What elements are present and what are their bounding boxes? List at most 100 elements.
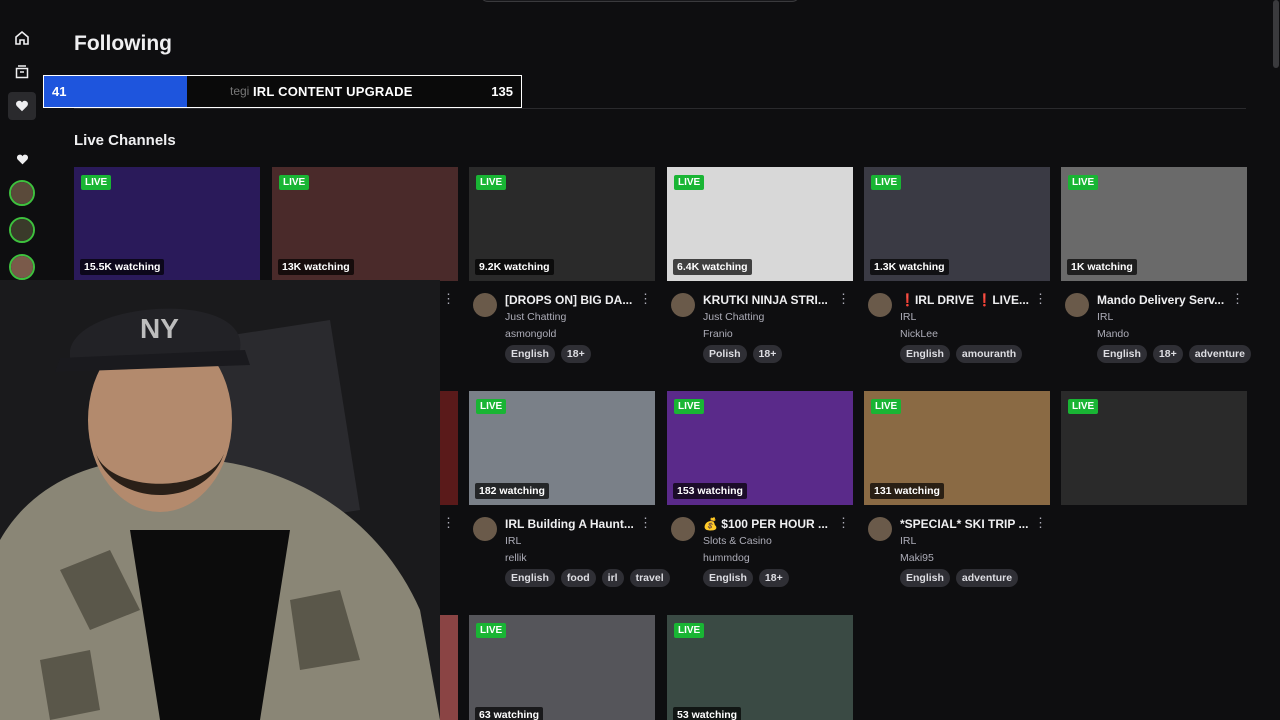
stream-thumbnail[interactable]: LIVE 1.3K watching [864,167,1050,281]
stream-tag[interactable]: travel [629,569,670,587]
stream-tag[interactable]: English [703,569,753,587]
more-options-icon[interactable]: ⋮ [639,515,652,531]
viewer-count: 53 watching [673,707,742,720]
more-options-icon[interactable]: ⋮ [837,515,850,531]
more-options-icon[interactable]: ⋮ [837,291,850,307]
channel-avatar[interactable] [9,217,35,243]
channel-avatar[interactable] [473,517,497,541]
channel-avatar[interactable] [1065,293,1089,317]
tag-list: English adventure [900,569,1019,587]
stream-meta: ❗IRL DRIVE ❗LIVE... ⋮ IRL NickLee English amo… [864,281,1050,369]
more-options-icon[interactable]: ⋮ [442,515,455,531]
stream-meta: KRUTKI NINJA STRI... ⋮ Just Chatting Franio… [667,281,853,369]
channel-name[interactable]: Maki95 [900,552,934,564]
live-badge: LIVE [476,623,507,638]
stream-title[interactable]: KRUTKI NINJA STRI... [703,293,833,307]
more-options-icon[interactable]: ⋮ [639,291,652,307]
stream-tag[interactable]: food [560,569,596,587]
channel-name[interactable]: NickLee [900,328,938,340]
stream-card[interactable]: LIVE [1061,391,1247,505]
search-bar[interactable] [480,0,800,2]
stream-category[interactable]: IRL [505,535,521,547]
stream-card[interactable]: LIVE 1K watching Mando Delivery Serv... ⋮ IR… [1061,167,1251,369]
channel-avatar[interactable] [868,293,892,317]
following-heart-icon[interactable] [8,92,36,120]
stream-category[interactable]: Just Chatting [505,311,566,323]
live-badge: LIVE [1068,399,1099,414]
stream-card[interactable]: LIVE 63 watching [469,615,655,720]
channel-name[interactable]: Mando [1097,328,1129,340]
stream-tag[interactable]: 18+ [752,345,783,363]
scrollbar[interactable] [1272,0,1280,720]
stream-category[interactable]: IRL [900,535,916,547]
channel-avatar[interactable] [671,517,695,541]
channel-avatar[interactable] [868,517,892,541]
stream-title[interactable]: *SPECIAL* SKI TRIP ... [900,517,1030,531]
stream-tag[interactable]: amouranth [955,345,1023,363]
stream-category[interactable]: Just Chatting [703,311,764,323]
scrollbar-thumb[interactable] [1273,0,1279,68]
stream-thumbnail[interactable]: LIVE 182 watching [469,391,655,505]
stream-title[interactable]: 💰 $100 PER HOUR ... [703,517,833,531]
more-options-icon[interactable]: ⋮ [442,291,455,307]
stream-title[interactable]: ❗IRL DRIVE ❗LIVE... [900,293,1030,307]
more-options-icon[interactable]: ⋮ [1034,291,1047,307]
stream-tag[interactable]: English [900,345,950,363]
channel-name[interactable]: Franio [703,328,733,340]
stream-meta: [DROPS ON] BIG DA... ⋮ Just Chatting asmong… [469,281,655,369]
channel-name[interactable]: rellik [505,552,527,564]
stream-thumbnail[interactable]: LIVE 6.4K watching [667,167,853,281]
stream-tag[interactable]: English [900,569,950,587]
channel-avatar[interactable] [9,254,35,280]
stream-thumbnail[interactable]: LIVE 131 watching [864,391,1050,505]
stream-thumbnail[interactable]: LIVE 1K watching [1061,167,1247,281]
stream-category[interactable]: Slots & Casino [703,535,772,547]
stream-card[interactable]: LIVE 131 watching *SPECIAL* SKI TRIP ... ⋮ I… [864,391,1050,593]
viewer-count: 131 watching [870,483,944,499]
stream-title[interactable]: IRL Building A Haunt... [505,517,635,531]
stream-thumbnail[interactable]: LIVE 13K watching [272,167,458,281]
live-badge: LIVE [81,175,112,190]
stream-tag[interactable]: English [505,345,555,363]
stream-tag[interactable]: 18+ [560,345,591,363]
stream-card[interactable]: LIVE 182 watching IRL Building A Haunt... ⋮… [469,391,670,593]
tag-list: English amouranth [900,345,1023,363]
channel-avatar[interactable] [473,293,497,317]
stream-thumbnail[interactable]: LIVE 15.5K watching [74,167,260,281]
stream-thumbnail[interactable]: LIVE 53 watching [667,615,853,720]
browse-icon[interactable] [8,58,36,86]
viewer-count: 1.3K watching [870,259,949,275]
stream-thumbnail[interactable]: LIVE 9.2K watching [469,167,655,281]
viewer-count: 15.5K watching [80,259,165,275]
more-options-icon[interactable]: ⋮ [1034,515,1047,531]
stream-card[interactable]: LIVE 1.3K watching ❗IRL DRIVE ❗LIVE... ⋮ IRL… [864,167,1050,369]
stream-thumbnail[interactable]: LIVE 63 watching [469,615,655,720]
channel-avatar[interactable] [671,293,695,317]
channel-name[interactable]: hummdog [703,552,750,564]
stream-tag[interactable]: 18+ [758,569,789,587]
stream-tag[interactable]: adventure [955,569,1019,587]
stream-card[interactable]: LIVE 153 watching 💰 $100 PER HOUR ... ⋮ Slot… [667,391,853,593]
stream-thumbnail[interactable]: LIVE [1061,391,1247,505]
tag-list: English 18+ [505,345,591,363]
stream-card[interactable]: LIVE 6.4K watching KRUTKI NINJA STRI... ⋮ Ju… [667,167,853,369]
stream-thumbnail[interactable]: LIVE 153 watching [667,391,853,505]
live-badge: LIVE [674,399,705,414]
stream-tag[interactable]: English [505,569,555,587]
stream-card[interactable]: LIVE 53 watching [667,615,853,720]
stream-tag[interactable]: irl [601,569,624,587]
stream-category[interactable]: IRL [1097,311,1113,323]
stream-tag[interactable]: Polish [703,345,747,363]
channel-name[interactable]: asmongold [505,328,556,340]
stream-tag[interactable]: English [1097,345,1147,363]
stream-category[interactable]: IRL [900,311,916,323]
tag-list: English 18+ adventure [1097,345,1251,363]
stream-tag[interactable]: 18+ [1152,345,1183,363]
stream-title[interactable]: [DROPS ON] BIG DA... [505,293,635,307]
channel-avatar[interactable] [9,180,35,206]
more-options-icon[interactable]: ⋮ [1231,291,1244,307]
home-icon[interactable] [8,24,36,52]
stream-tag[interactable]: adventure [1188,345,1251,363]
stream-card[interactable]: LIVE 9.2K watching [DROPS ON] BIG DA... ⋮ Ju… [469,167,655,369]
stream-title[interactable]: Mando Delivery Serv... [1097,293,1227,307]
